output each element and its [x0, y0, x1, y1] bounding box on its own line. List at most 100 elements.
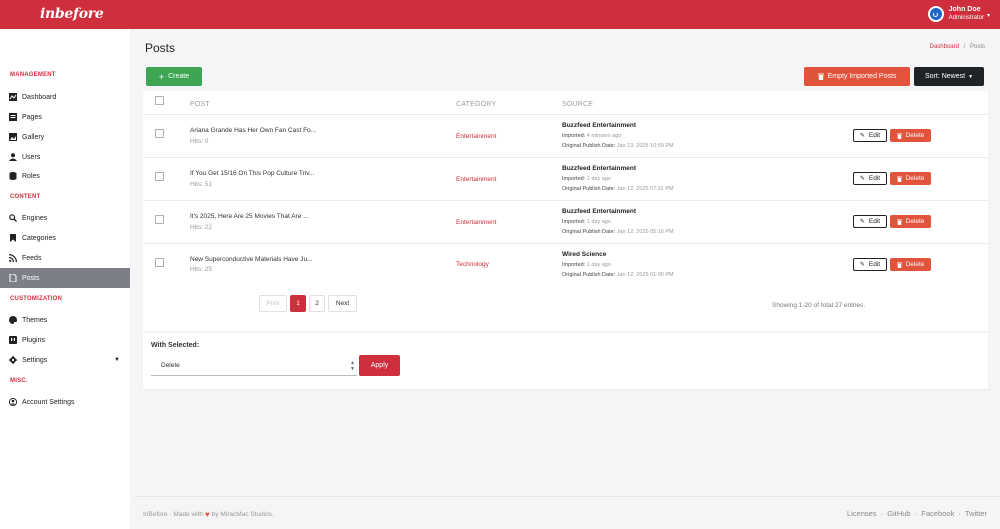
sidebar-item-posts[interactable]: Posts: [0, 268, 130, 288]
sidebar-item-pages[interactable]: Pages: [0, 107, 130, 127]
sort-button-label: Sort: Newest: [924, 73, 966, 80]
row-checkbox[interactable]: [155, 129, 164, 138]
post-hits: Hits: 51: [190, 181, 213, 188]
source-original-date: Original Publish Date: Jan 12, 2025 07:3…: [562, 186, 674, 192]
column-header-source: SOURCE: [562, 101, 594, 108]
sidebar-item-label: Settings: [22, 356, 48, 364]
create-button[interactable]: + Create: [146, 67, 202, 86]
footer-link-github[interactable]: GitHub: [887, 509, 910, 518]
search-icon: [9, 214, 17, 222]
top-bar: inbefore John Doe Administrator ▾: [0, 0, 1000, 29]
user-menu[interactable]: John Doe Administrator ▾: [927, 5, 990, 23]
pagination-next-button[interactable]: Next: [328, 295, 357, 312]
pagination-summary: Showing 1-20 of total 27 entries.: [772, 302, 866, 309]
edit-button[interactable]: ✎ Edit: [853, 129, 887, 142]
edit-button[interactable]: ✎ Edit: [853, 258, 887, 271]
post-category-link[interactable]: Entertainment: [456, 133, 496, 140]
delete-button[interactable]: Delete: [890, 258, 931, 271]
sidebar-item-categories[interactable]: Categories: [0, 228, 130, 248]
table-divider: [143, 243, 988, 244]
edit-button[interactable]: ✎ Edit: [853, 215, 887, 228]
account-icon: [9, 398, 17, 406]
delete-button[interactable]: Delete: [890, 215, 931, 228]
plus-icon: +: [158, 71, 165, 82]
delete-button[interactable]: Delete: [890, 172, 931, 185]
sidebar-section-title: CONTENT: [10, 194, 41, 200]
create-button-label: Create: [168, 73, 190, 80]
app-logo[interactable]: inbefore: [40, 6, 104, 22]
row-checkbox[interactable]: [155, 172, 164, 181]
sidebar-item-gallery[interactable]: Gallery: [0, 127, 130, 147]
source-imported: Imported: 1 day ago: [562, 176, 611, 182]
chevron-down-icon: ▼: [968, 73, 974, 80]
source-name: Buzzfeed Entertainment: [562, 165, 637, 172]
source-imported: Imported: 1 day ago: [562, 219, 611, 225]
sidebar-item-engines[interactable]: Engines: [0, 208, 130, 228]
footer-separator: ·: [880, 509, 884, 518]
empty-imported-posts-button[interactable]: Empty Imported Posts: [804, 67, 910, 86]
breadcrumb-separator: /: [963, 44, 966, 50]
trash-icon: [896, 176, 902, 182]
source-original-date: Original Publish Date: Jan 12, 2025 01:0…: [562, 272, 674, 278]
pagination-page-2[interactable]: 2: [309, 295, 325, 312]
bulk-action-select[interactable]: Delete ▲ ▼: [151, 356, 357, 376]
sort-dropdown-button[interactable]: Sort: Newest ▼: [914, 67, 984, 86]
chart-icon: [9, 93, 17, 101]
sidebar-item-settings[interactable]: Settings ▼: [0, 350, 130, 370]
post-hits: Hits: 25: [190, 266, 213, 273]
sidebar-item-label: Categories: [22, 234, 56, 242]
image-icon: [9, 133, 17, 141]
sidebar-item-label: Feeds: [22, 254, 42, 262]
trash-icon: [896, 262, 902, 268]
row-checkbox[interactable]: [155, 258, 164, 267]
pages-icon: [9, 113, 17, 121]
post-title-link[interactable]: If You Get 15/16 On This Pop Culture Tri…: [190, 170, 314, 177]
sidebar-item-label: Engines: [22, 214, 48, 222]
sidebar-item-feeds[interactable]: Feeds: [0, 248, 130, 268]
post-hits: Hits: 0: [190, 138, 209, 145]
sidebar-item-label: Gallery: [22, 133, 45, 141]
table-divider: [143, 157, 988, 158]
post-title-link[interactable]: Ariana Grande Has Her Own Fan Cast Fo...: [190, 127, 316, 134]
edit-button[interactable]: ✎ Edit: [853, 172, 887, 185]
file-icon: [9, 274, 17, 282]
row-checkbox[interactable]: [155, 215, 164, 224]
footer-link-licenses[interactable]: Licenses: [847, 509, 877, 518]
source-original-date: Original Publish Date: Jan 13, 2025 10:5…: [562, 143, 674, 149]
sidebar-item-themes[interactable]: Themes: [0, 310, 130, 330]
delete-button[interactable]: Delete: [890, 129, 931, 142]
source-name: Buzzfeed Entertainment: [562, 208, 637, 215]
post-hits: Hits: 22: [190, 224, 213, 231]
sidebar-item-users[interactable]: Users: [0, 147, 130, 167]
post-category-link[interactable]: Entertainment: [456, 219, 496, 226]
sidebar-section-title: MISC.: [10, 378, 28, 384]
breadcrumb: Dashboard / Posts: [930, 44, 985, 50]
trash-icon: [896, 219, 902, 225]
footer-separator: ·: [914, 509, 918, 518]
footer-link-facebook[interactable]: Facebook: [921, 509, 954, 518]
sidebar-item-label: Account Settings: [22, 398, 75, 406]
sidebar-item-roles[interactable]: Roles: [0, 166, 130, 186]
footer-link-twitter[interactable]: Twitter: [965, 509, 987, 518]
pencil-icon: ✎: [859, 219, 865, 225]
footer-credit-suffix: by MiracMac Studios.: [211, 511, 274, 518]
sidebar: MANAGEMENT Dashboard Pages Gallery Users…: [0, 29, 130, 529]
plugin-icon: [9, 336, 17, 344]
post-category-link[interactable]: Technology: [456, 261, 489, 268]
empty-button-label: Empty Imported Posts: [827, 73, 897, 80]
select-all-checkbox[interactable]: [155, 96, 164, 105]
avatar: [927, 6, 944, 22]
sidebar-item-dashboard[interactable]: Dashboard: [0, 87, 130, 107]
post-title-link[interactable]: New Superconductive Materials Have Ju...: [190, 256, 312, 263]
apply-button[interactable]: Apply: [359, 355, 400, 376]
sidebar-item-label: Themes: [22, 316, 48, 324]
breadcrumb-dashboard-link[interactable]: Dashboard: [930, 44, 959, 50]
post-category-link[interactable]: Entertainment: [456, 176, 496, 183]
sidebar-item-plugins[interactable]: Plugins: [0, 330, 130, 350]
sidebar-item-account-settings[interactable]: Account Settings: [0, 392, 130, 412]
pagination-prev-button[interactable]: Prev: [259, 295, 287, 312]
table-divider: [143, 200, 988, 201]
post-title-link[interactable]: It's 2025, Here Are 25 Movies That Are .…: [190, 213, 309, 220]
pagination-page-1[interactable]: 1: [290, 295, 306, 312]
trash-icon: [896, 133, 902, 139]
